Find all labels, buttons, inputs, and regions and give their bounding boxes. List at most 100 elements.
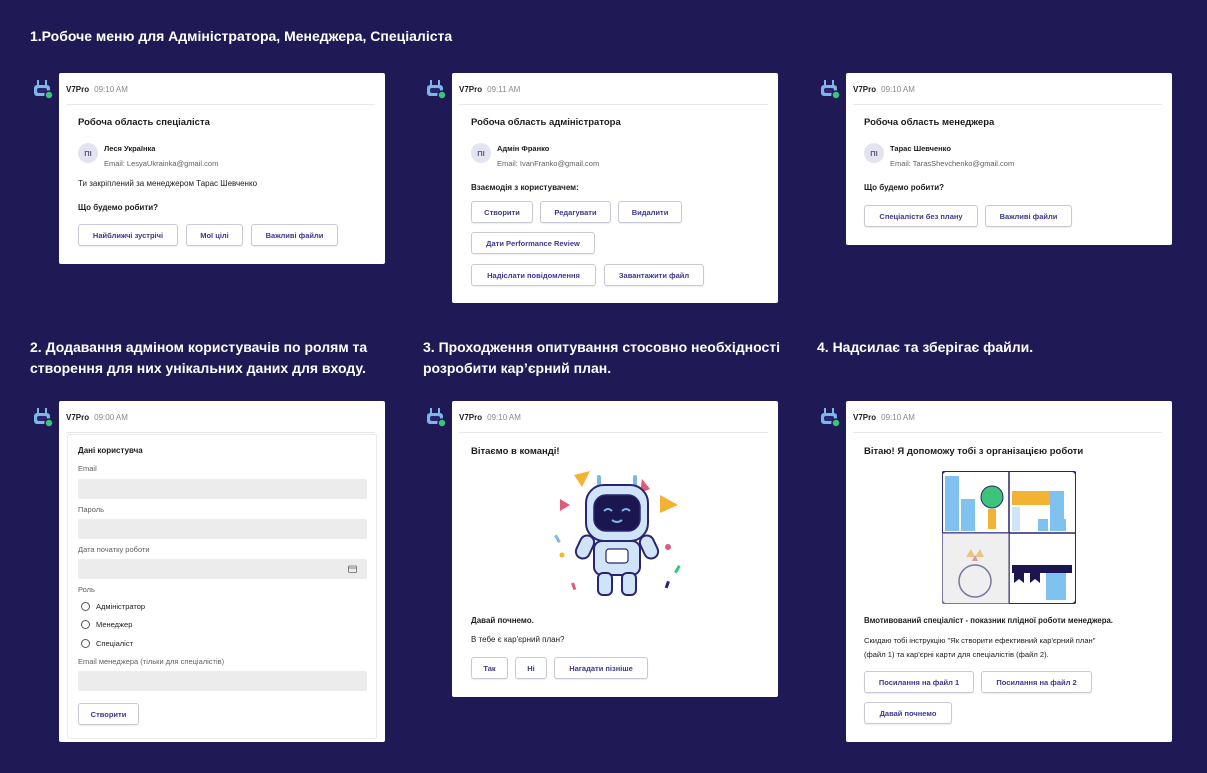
app-name: V7Pro: [66, 413, 90, 422]
important-files-button[interactable]: Важливі файли: [985, 205, 1072, 227]
email-label: Email: [78, 464, 97, 473]
motivated-text: Вмотивований спеціаліст - показник плідн…: [864, 616, 1113, 625]
section-title-1: 1.Робоче меню для Адміністратора, Менедж…: [30, 28, 453, 44]
role-option-manager[interactable]: Менеджер: [81, 620, 132, 629]
app-name: V7Pro: [459, 413, 483, 422]
role-option-specialist[interactable]: Спеціаліст: [81, 639, 133, 648]
file-1-link-button[interactable]: Посилання на файл 1: [864, 671, 974, 693]
manager-card: V7Pro 09:10 AM Робоча область менеджера П…: [846, 73, 1172, 245]
start-date-label: Дата початку роботи: [78, 545, 150, 554]
form-title: Дані користувча: [78, 446, 143, 455]
lets-start-button[interactable]: Давай почнемо: [864, 702, 952, 724]
message-header: V7Pro 09:00 AM: [66, 413, 128, 422]
bot-avatar-icon: [427, 80, 447, 100]
section-title-3: 3. Проходження опитування стосовно необх…: [423, 337, 780, 379]
divider: [853, 432, 1162, 433]
instruction-text-line1: Скидаю тобі інструкцію "Як створити ефек…: [864, 636, 1096, 645]
message-header: V7Pro 09:11 AM: [459, 85, 520, 94]
user-form-card: V7Pro 09:00 AM Дані користувча Email Паро…: [59, 401, 385, 742]
email-field[interactable]: [78, 479, 367, 499]
divider: [853, 104, 1162, 105]
message-header: V7Pro 09:10 AM: [853, 413, 915, 422]
bookshelf-illustration-icon: [942, 471, 1076, 604]
edit-button[interactable]: Редагувати: [540, 201, 611, 223]
manager-email-field[interactable]: [78, 671, 367, 691]
radio-circle-icon[interactable]: [81, 602, 90, 611]
section-title-3-line1: 3. Проходження опитування стосовно необх…: [423, 339, 781, 355]
user-name: Адмін Франко: [497, 144, 550, 153]
create-user-button[interactable]: Створити: [78, 703, 139, 725]
user-email: Email: IvanFranko@gmail.com: [497, 159, 600, 168]
bot-avatar-icon: [427, 408, 447, 428]
upload-file-button[interactable]: Завантажити файл: [604, 264, 704, 286]
create-button[interactable]: Створити: [471, 201, 533, 223]
user-name: Леся Українка: [104, 144, 156, 153]
interaction-label: Взаємодія з користувачем:: [471, 183, 579, 192]
my-goals-button[interactable]: Мої цілі: [186, 224, 243, 246]
user-avatar: ПІ: [471, 143, 491, 163]
section-title-2: 2. Додавання адміном користувачів по рол…: [30, 337, 367, 379]
bot-avatar-icon: [821, 80, 841, 100]
password-label: Пароль: [78, 505, 105, 514]
delete-button[interactable]: Видалити: [618, 201, 682, 223]
app-name: V7Pro: [66, 85, 90, 94]
section-title-2-line1: 2. Додавання адміном користувачів по рол…: [30, 339, 368, 355]
password-field[interactable]: [78, 519, 367, 539]
message-header: V7Pro 09:10 AM: [66, 85, 128, 94]
section-title-4: 4. Надсилає та зберігає файли.: [817, 339, 1034, 355]
yes-button[interactable]: Так: [471, 657, 508, 679]
survey-card: V7Pro 09:10 AM Вітаємо в команді! Давай п…: [452, 401, 778, 697]
radio-circle-icon[interactable]: [81, 620, 90, 629]
calendar-icon[interactable]: [348, 565, 357, 573]
file-2-link-button[interactable]: Посилання на файл 2: [981, 671, 1092, 693]
specialists-without-plan-button[interactable]: Спеціалісти без плану: [864, 205, 978, 227]
message-time: 09:10 AM: [94, 85, 128, 94]
card-title: Вітаємо в команді!: [471, 446, 560, 457]
user-avatar: ПІ: [78, 143, 98, 163]
role-label: Роль: [78, 585, 95, 594]
message-header: V7Pro 09:10 AM: [459, 413, 521, 422]
bot-avatar-icon: [821, 408, 841, 428]
radio-circle-icon[interactable]: [81, 639, 90, 648]
divider: [66, 104, 375, 105]
role-option-admin[interactable]: Адміністратор: [81, 602, 145, 611]
role-option-label: Адміністратор: [96, 602, 146, 611]
divider: [66, 432, 375, 433]
divider: [459, 104, 768, 105]
app-name: V7Pro: [853, 85, 877, 94]
app-name: V7Pro: [459, 85, 483, 94]
question-text: Що будемо робити?: [78, 203, 159, 212]
user-avatar: ПІ: [864, 143, 884, 163]
lets-start-text: Давай почнемо.: [471, 616, 534, 625]
important-files-button[interactable]: Важливі файли: [251, 224, 338, 246]
performance-review-button[interactable]: Дати Performance Review: [471, 232, 595, 254]
send-message-button[interactable]: Надіслати повідомлення: [471, 264, 596, 286]
card-title: Робоча область адміністратора: [471, 117, 621, 128]
role-option-label: Спеціаліст: [96, 639, 134, 648]
user-email: Email: LesyaUkrainka@gmail.com: [104, 159, 219, 168]
start-date-field[interactable]: [78, 559, 367, 579]
role-option-label: Менеджер: [96, 620, 133, 629]
no-button[interactable]: Ні: [515, 657, 547, 679]
remind-later-button[interactable]: Нагадати пізніше: [554, 657, 648, 679]
bot-avatar-icon: [34, 80, 54, 100]
upcoming-meetings-button[interactable]: Найближчі зустрічі: [78, 224, 178, 246]
message-header: V7Pro 09:10 AM: [853, 85, 915, 94]
specialist-card: V7Pro 09:10 AM Робоча область спеціаліста…: [59, 73, 385, 264]
astronaut-robot-illustration-icon: [554, 471, 681, 596]
question-text: Що будемо робити?: [864, 183, 945, 192]
divider: [459, 432, 768, 433]
files-card: V7Pro 09:10 AM Вітаю! Я допоможу тобі з о…: [846, 401, 1172, 742]
manager-email-label: Email менеджера (тільки для спеціалістів…: [78, 657, 225, 666]
message-time: 09:11 AM: [487, 85, 521, 94]
admin-card: V7Pro 09:11 AM Робоча область адміністрат…: [452, 73, 778, 303]
section-title-2-line2: створення для них унікальних даних для в…: [30, 360, 366, 376]
card-title: Робоча область спеціаліста: [78, 117, 210, 128]
card-title: Вітаю! Я допоможу тобі з організацією ро…: [864, 446, 1084, 457]
user-name: Тарас Шевченко: [890, 144, 951, 153]
instruction-text-line2: (файл 1) та кар'єрні карти для спеціаліс…: [864, 650, 1049, 659]
bot-avatar-icon: [34, 408, 54, 428]
assigned-manager-text: Ти закріплений за менеджером Тарас Шевче…: [78, 179, 258, 188]
user-email: Email: TarasShevchenko@gmail.com: [890, 159, 1015, 168]
career-plan-question: В тебе є кар'єрний план?: [471, 635, 565, 644]
